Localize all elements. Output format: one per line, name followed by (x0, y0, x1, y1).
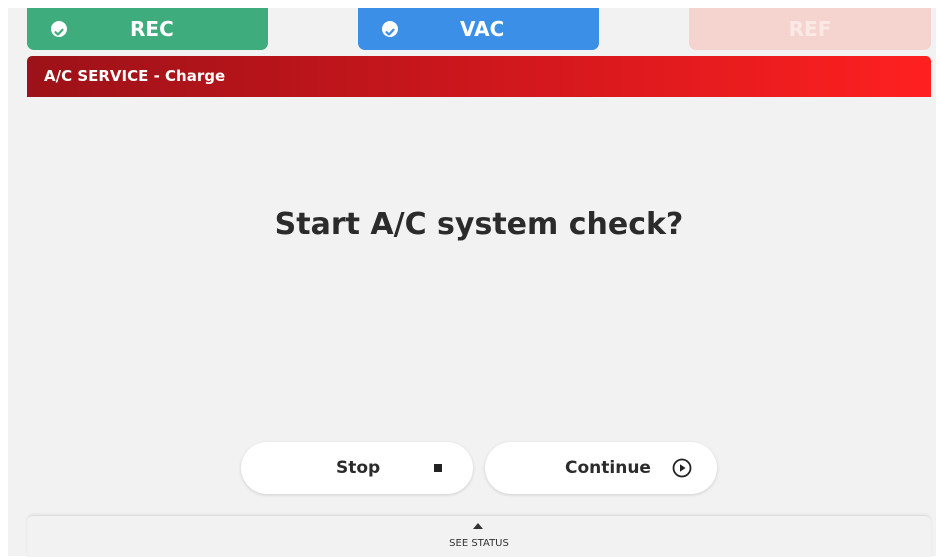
tab-vac-label: VAC (460, 17, 505, 41)
title-bar: A/C SERVICE - Charge (27, 56, 931, 97)
check-circle-icon (382, 21, 398, 37)
see-status-label: SEE STATUS (449, 538, 509, 549)
see-status-panel[interactable]: SEE STATUS (27, 515, 931, 557)
confirmation-question: Start A/C system check? (274, 207, 684, 242)
tab-ref[interactable]: REF (689, 8, 931, 50)
tab-ref-label: REF (788, 17, 832, 41)
stop-button-label: Stop (336, 458, 381, 478)
continue-button-label: Continue (565, 458, 651, 478)
page-title: A/C SERVICE - Charge (44, 67, 226, 85)
dialog-content: Start A/C system check? (27, 97, 931, 515)
continue-button[interactable]: Continue (485, 442, 717, 494)
tab-rec[interactable]: REC (27, 8, 268, 50)
caret-up-icon (473, 523, 483, 529)
check-circle-icon (51, 21, 67, 37)
stop-square-icon (434, 464, 442, 472)
stop-button[interactable]: Stop (241, 442, 473, 494)
tab-vac[interactable]: VAC (358, 8, 599, 50)
tab-rec-label: REC (130, 17, 174, 41)
play-circle-icon (671, 457, 693, 479)
